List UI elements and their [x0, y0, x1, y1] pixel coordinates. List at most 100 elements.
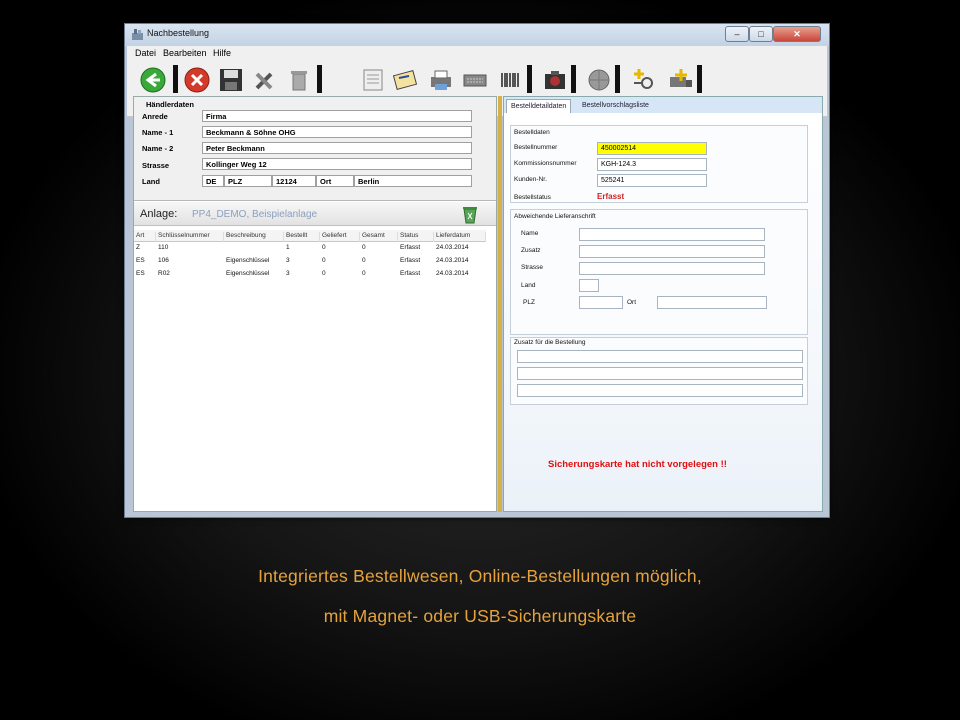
- cell-beschreibung: Eigenschlüssel: [226, 257, 270, 264]
- haendlerdaten-heading: Händlerdaten: [146, 100, 194, 109]
- liefer-ort-field[interactable]: [657, 296, 767, 309]
- col-lieferdatum[interactable]: Lieferdatum: [436, 232, 486, 242]
- tab-content: Bestelldaten Bestellnummer 450002514 Kom…: [504, 113, 822, 511]
- title-bar[interactable]: Nachbestellung – □ ✕: [125, 24, 829, 46]
- cell-gesamt: 0: [362, 257, 366, 264]
- maximize-button[interactable]: □: [749, 26, 773, 42]
- bestellnummer-field[interactable]: 450002514: [597, 142, 707, 155]
- menu-datei[interactable]: Datei: [135, 48, 156, 58]
- table-row[interactable]: ES R02 Eigenschlüssel 3 0 0 Erfasst 24.0…: [134, 268, 486, 281]
- app-window: Nachbestellung – □ ✕ Datei Bearbeiten Hi…: [124, 23, 830, 518]
- zusatz-line-1[interactable]: [517, 350, 803, 363]
- key-add-icon[interactable]: [631, 66, 659, 94]
- liefer-zusatz-field[interactable]: [579, 245, 765, 258]
- col-beschreibung[interactable]: Beschreibung: [226, 232, 284, 242]
- toolbar-separator: [571, 65, 576, 93]
- ort-field[interactable]: Berlin: [354, 175, 472, 187]
- land-label: Land: [142, 177, 160, 186]
- toolbar-separator: [317, 65, 322, 93]
- truck-add-icon[interactable]: [667, 66, 695, 94]
- anrede-label: Anrede: [142, 112, 168, 121]
- anrede-field[interactable]: Firma: [202, 110, 472, 122]
- close-button[interactable]: ✕: [773, 26, 821, 42]
- warning-message: Sicherungskarte hat nicht vorgelegen !!: [548, 459, 727, 470]
- name1-label: Name - 1: [142, 128, 174, 137]
- plz-field[interactable]: 12124: [272, 175, 316, 187]
- cell-schluesselnummer: 110: [158, 244, 169, 251]
- app-icon: [132, 29, 143, 40]
- kommissionsnummer-field[interactable]: KGH-124.3: [597, 158, 707, 171]
- minimize-button[interactable]: –: [725, 26, 749, 42]
- liefer-ort-label: Ort: [627, 299, 637, 306]
- cell-status: Erfasst: [400, 244, 421, 251]
- menu-hilfe[interactable]: Hilfe: [213, 48, 231, 58]
- tab-bar: Bestelldetaildaten Bestellvorschlagslist…: [504, 97, 822, 113]
- col-gesamt[interactable]: Gesamt: [362, 232, 398, 242]
- form-icon[interactable]: [359, 66, 387, 94]
- cancel-icon[interactable]: [183, 66, 211, 94]
- cell-geliefert: 0: [322, 270, 326, 277]
- zusatz-line-3[interactable]: [517, 384, 803, 397]
- anlage-value: PP4_DEMO, Beispielanlage: [192, 209, 318, 220]
- caption-line-2: mit Magnet- oder USB-Sicherungskarte: [323, 606, 637, 626]
- card-icon[interactable]: [391, 66, 419, 94]
- table-header: Art Schlüsselnummer Beschreibung Bestell…: [134, 230, 486, 242]
- land-field[interactable]: DE: [202, 175, 224, 187]
- liefer-zusatz-label: Zusatz: [521, 247, 541, 254]
- bestellstatus-label: Bestellstatus: [514, 194, 551, 201]
- liefer-strasse-label: Strasse: [521, 264, 544, 271]
- back-icon[interactable]: [139, 66, 167, 94]
- col-art[interactable]: Art: [136, 232, 156, 242]
- barcode-icon[interactable]: [497, 66, 525, 94]
- name2-field[interactable]: Peter Beckmann: [202, 142, 472, 154]
- col-bestellt[interactable]: Bestellt: [286, 232, 320, 242]
- tab-bestelldetaildaten[interactable]: Bestelldetaildaten: [506, 99, 572, 113]
- printer-icon[interactable]: [427, 66, 455, 94]
- cell-beschreibung: Eigenschlüssel: [226, 270, 270, 277]
- name1-field[interactable]: Beckmann & Söhne OHG: [202, 126, 472, 138]
- tab-bestellvorschlagsliste[interactable]: Bestellvorschlagsliste: [578, 99, 653, 113]
- toolbar-separator: [527, 65, 532, 93]
- cell-status: Erfasst: [400, 257, 421, 264]
- caption-line-1: Integriertes Bestellwesen, Online-Bestel…: [258, 566, 702, 586]
- cell-bestellt: 1: [286, 244, 290, 251]
- strasse-label: Strasse: [142, 161, 170, 170]
- col-geliefert[interactable]: Geliefert: [322, 232, 360, 242]
- kommissionsnummer-label: Kommissionsnummer: [514, 160, 577, 167]
- cell-schluesselnummer: 106: [158, 257, 169, 264]
- ort-label: Ort: [316, 175, 354, 187]
- liefer-strasse-field[interactable]: [579, 262, 765, 275]
- menu-bearbeiten[interactable]: Bearbeiten: [163, 48, 207, 58]
- toolbar-separator: [173, 65, 178, 93]
- col-status[interactable]: Status: [400, 232, 434, 242]
- bestelldaten-group: Bestelldaten Bestellnummer 450002514 Kom…: [510, 125, 808, 203]
- save-icon[interactable]: [217, 66, 245, 94]
- liefer-land-field[interactable]: [579, 279, 599, 292]
- anlage-label: Anlage:: [140, 208, 178, 220]
- liefer-plz-field[interactable]: [579, 296, 623, 309]
- table-row[interactable]: Z 110 1 0 0 Erfasst 24.03.2014: [134, 242, 486, 255]
- zusatz-line-2[interactable]: [517, 367, 803, 380]
- kunden-nr-field[interactable]: 525241: [597, 174, 707, 187]
- zusatz-group: Zusatz für die Bestellung: [510, 337, 808, 405]
- col-schluesselnummer[interactable]: Schlüsselnummer: [158, 232, 224, 242]
- cell-lieferdatum: 24.03.2014: [436, 244, 469, 251]
- cell-gesamt: 0: [362, 244, 366, 251]
- cell-schluesselnummer: R02: [158, 270, 170, 277]
- lieferanschrift-group: Abweichende Lieferanschrift Name Zusatz …: [510, 209, 808, 335]
- tools-icon[interactable]: [251, 66, 279, 94]
- camera-icon[interactable]: [541, 66, 569, 94]
- globe-icon[interactable]: [585, 66, 613, 94]
- keyboard-icon[interactable]: [461, 66, 489, 94]
- strasse-field[interactable]: Kollinger Weg 12: [202, 158, 472, 170]
- left-panel: Händlerdaten Anrede Firma Name - 1 Beckm…: [133, 96, 497, 512]
- window-title: Nachbestellung: [147, 28, 210, 38]
- liefer-name-field[interactable]: [579, 228, 765, 241]
- anlage-bar: Anlage: PP4_DEMO, Beispielanlage: [134, 202, 496, 226]
- panel-splitter[interactable]: [498, 96, 502, 512]
- table-row[interactable]: ES 106 Eigenschlüssel 3 0 0 Erfasst 24.0…: [134, 255, 486, 268]
- delete-icon[interactable]: [285, 66, 313, 94]
- recycle-bin-icon[interactable]: [460, 204, 480, 224]
- cell-bestellt: 3: [286, 257, 290, 264]
- bestellnummer-label: Bestellnummer: [514, 144, 558, 151]
